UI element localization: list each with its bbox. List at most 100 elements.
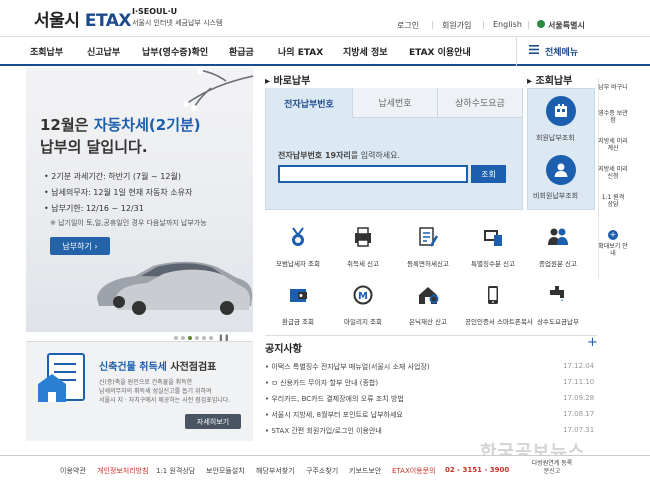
electronic-pay-number-input[interactable] [278,165,468,183]
notice-item[interactable]: • 서울시 지방세, 8월부터 포인트로 납부하세요 [265,410,595,420]
house-search-icon [419,287,439,304]
building-checklist-icon [38,353,85,402]
promo-title-rest: 사전점검표 [166,362,217,373]
seoul-city-link[interactable]: 서울특별시 [548,20,585,31]
bullet-text: 납세의무자: 12월 1일 현재 자동차 소유자 [51,188,193,197]
notice-item-title: 이택스 특별징수 전자납부 매뉴얼(서울시 소재 사업장) [271,363,430,371]
carousel-dot[interactable] [188,336,192,340]
nav-item-local-tax-info[interactable]: 지방세 정보 [343,45,388,58]
lookup-button[interactable]: 조회 [471,165,506,183]
divider: | [431,20,434,29]
notice-item[interactable]: • 이택스 특별징수 전자납부 매뉴얼(서울시 소재 사업장) [265,362,595,372]
footer-privacy-link[interactable]: 개인정보처리방침 [97,466,149,476]
carousel-dot[interactable] [195,336,199,340]
service-label: 종업원분 신고 [539,260,577,268]
carousel-dot[interactable] [202,336,206,340]
signup-link[interactable]: 회원가입 [442,20,471,31]
tab-water-bill[interactable]: 상하수도요금 [437,88,522,118]
footer-right-link[interactable]: 다방원연계 동록분신고 [530,460,574,476]
service-water-bill-payment[interactable]: 상수도요금납부 [530,284,586,334]
service-mileage-lookup[interactable]: M 마일리지 조회 [335,284,391,334]
notice-item-title: 우리카드, BC카드 결제장애의 오류 조치 방법 [271,395,404,403]
smartphone-icon [488,286,498,304]
banner-title-line2: 납부의 달입니다. [40,138,148,156]
service-label: 은닉재산 신고 [409,318,447,326]
member-lookup-icon[interactable] [546,96,576,126]
nav-item-receipt-check[interactable]: 납부(영수증)확인 [142,45,208,58]
notice-item-date: 17.11.10 [563,378,595,386]
nonmember-lookup-label[interactable]: 비회원납부조회 [533,191,578,201]
footer-remote-link[interactable]: 1:1 원격상담 [156,466,195,476]
service-label: 등록면허세신고 [407,260,449,268]
footer-terms-link[interactable]: 이용약관 [60,466,86,476]
nav-item-refund[interactable]: 환급금 [229,45,254,58]
promo-title-highlight: 신축건물 취득세 [99,362,167,373]
service-certificate-copy[interactable]: 공인인증서 스마트폰복사 [465,284,533,334]
side-item-tax-apply[interactable]: 지방세 미리신청 [598,166,628,180]
promo-text: 신(증)축을 원인으로 건축물을 취득한 [99,379,193,386]
tab-tax-number[interactable]: 납세번호 [352,88,437,118]
employees-icon [548,228,568,245]
footer-service-label: ETAX이용문의 [392,467,436,475]
banner-bullet: • 납세의무자: 12월 1일 현재 자동차 소유자 [44,188,193,197]
service-refund-lookup[interactable]: 환급금 조회 [270,284,326,334]
hamburger-icon [529,45,539,57]
side-item-pay-basket[interactable]: 납부 바구니 [598,84,628,91]
etax-logo[interactable]: 서울시 ETAX [34,6,132,31]
footer-department-link[interactable]: 해당부서찾기 [256,466,295,476]
nav-item-my-etax[interactable]: 나의 ETAX [278,45,323,58]
notice-item[interactable]: • 우리카드, BC카드 결제장애의 오류 조치 방법 [265,394,595,404]
banner-bullet: • 2기분 과세기간: 하반기 (7월 ~ 12월) [44,172,181,181]
side-item-remote-support[interactable]: 1:1 원격 상담 [598,194,628,208]
nav-item-etax-guide[interactable]: ETAX 이용안내 [409,45,471,58]
logo-etax-text: ETAX [84,11,132,31]
notice-item[interactable]: • ㅁ 신용카드 무이자 할부 안내 (종합) [265,378,595,388]
footer-keyboard-security-link[interactable]: 키보드보안 [349,466,381,476]
notice-more-button[interactable]: + [587,335,598,350]
service-hidden-assets[interactable]: 은닉재산 신고 [400,284,456,334]
english-link[interactable]: English [493,20,522,29]
carousel-dot[interactable] [174,336,178,340]
notice-item[interactable]: • STAX 간편 회원가입/로그인 이용안내 [265,426,595,436]
all-menu-label: 전체메뉴 [545,47,579,58]
lookup-title-text: 조회납부 [535,76,573,87]
tab-electronic-number[interactable]: 전자납부번호 [266,88,352,118]
side-item-zoom-guide[interactable]: 확대보기 안내 [598,243,628,257]
nav-item-inquiry-payment[interactable]: 조회납부 [30,45,63,58]
iseoulu-logo: I·SEOUL·U [132,7,178,16]
notice-item-date: 17.08.17 [563,410,595,418]
service-license-tax[interactable]: 등록면허세신고 [400,226,456,276]
side-item-tax-calculator[interactable]: 지방세 미리계산 [598,138,628,152]
pay-instruction-rest: 를 입력하세요. [350,151,401,160]
logo-subtitle: 서울시 인터넷 세금납부 시스템 [132,19,223,27]
service-employee-tax[interactable]: 종업원분 신고 [530,226,586,276]
service-label: 마일리지 조회 [344,318,382,326]
all-menu-button[interactable]: 전체메뉴 [516,36,650,66]
service-special-withholding[interactable]: 특별징수분 신고 [465,226,521,276]
banner-title: 12월은 자동차세(2기분) [40,114,201,135]
pay-now-button[interactable]: 납부하기 › [50,237,110,255]
mileage-icon: M [353,285,373,305]
service-model-taxpayer[interactable]: 모범납세자 조회 [270,226,326,276]
faucet-icon [550,286,564,302]
printer-icon [355,227,371,247]
service-label: 취득세 신고 [347,260,379,268]
footer-old-address-link[interactable]: 구주소찾기 [306,466,338,476]
side-item-receipt-box[interactable]: 영수증 보관함 [598,110,628,124]
divider: | [527,20,530,29]
monitor-document-icon [484,230,502,246]
quick-pay-title-text: 바로납부 [273,76,311,87]
service-label: 상수도요금납부 [537,318,579,326]
nonmember-lookup-icon[interactable] [546,155,576,185]
carousel-dot[interactable] [209,336,213,340]
more-details-button[interactable]: 자세히보기 [185,414,241,429]
nav-item-report-payment[interactable]: 신고납부 [87,45,120,58]
member-lookup-label[interactable]: 회원납부조회 [536,133,575,143]
zoom-plus-icon[interactable]: + [608,230,618,240]
service-acquisition-tax[interactable]: 취득세 신고 [335,226,391,276]
footer-security-module-link[interactable]: 보안모듈설치 [206,466,245,476]
service-label: 환급금 조회 [282,318,314,326]
login-link[interactable]: 로그인 [397,20,419,31]
carousel-dot[interactable] [181,336,185,340]
wallet-icon [290,289,307,302]
